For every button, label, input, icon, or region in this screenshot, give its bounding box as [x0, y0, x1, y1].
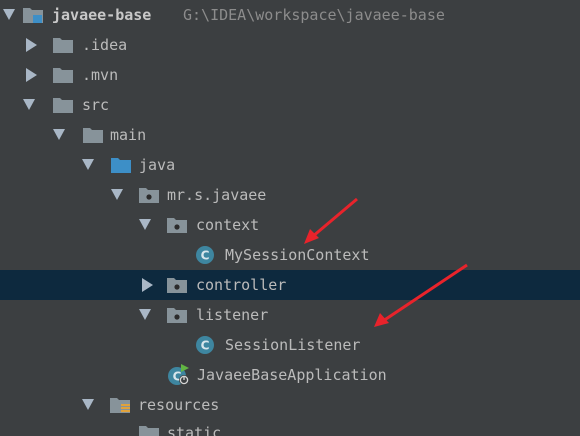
class-icon: C: [196, 246, 214, 264]
tree-row-my-session-context[interactable]: C MySessionContext: [0, 240, 580, 270]
spring-boot-class-icon: C: [168, 364, 189, 385]
collapse-arrow-icon[interactable]: [53, 129, 65, 140]
package-label: mr.s.javaee: [167, 186, 267, 204]
folder-label-resources: resources: [138, 396, 220, 414]
collapse-arrow-icon[interactable]: [82, 159, 94, 170]
tree-row-mvn[interactable]: .mvn: [0, 60, 580, 90]
folder-icon: [53, 38, 73, 53]
package-icon: [167, 218, 187, 233]
collapse-arrow-icon[interactable]: [139, 309, 151, 320]
tree-row-controller[interactable]: controller: [0, 270, 580, 300]
class-icon: C: [196, 336, 214, 354]
expand-arrow-icon[interactable]: [26, 38, 37, 52]
tree-row-resources[interactable]: resources: [0, 390, 580, 420]
project-name: javaee-base: [52, 6, 152, 24]
project-tree: javaee-base G:\IDEA\workspace\javaee-bas…: [0, 0, 580, 436]
package-label-listener: listener: [196, 306, 269, 324]
tree-row-idea[interactable]: .idea: [0, 30, 580, 60]
tree-row-session-listener[interactable]: C SessionListener: [0, 330, 580, 360]
svg-text:C: C: [201, 339, 210, 353]
expand-arrow-icon[interactable]: [142, 278, 153, 292]
folder-label-main: main: [110, 126, 147, 144]
collapse-arrow-icon[interactable]: [3, 9, 15, 20]
class-label-application: JavaeeBaseApplication: [197, 366, 387, 384]
folder-label-idea: .idea: [82, 36, 128, 54]
project-folder-icon: [23, 8, 43, 23]
tree-row-java[interactable]: java: [0, 150, 580, 180]
svg-text:C: C: [201, 249, 210, 263]
tree-row-src[interactable]: src: [0, 90, 580, 120]
tree-row-static[interactable]: static: [0, 420, 580, 436]
folder-label-src: src: [82, 96, 110, 114]
folder-icon: [139, 426, 159, 436]
collapse-arrow-icon[interactable]: [23, 99, 35, 110]
folder-icon: [53, 68, 73, 83]
class-label-session-listener: SessionListener: [225, 336, 361, 354]
collapse-arrow-icon[interactable]: [111, 189, 123, 200]
package-label-context: context: [196, 216, 260, 234]
source-folder-icon: [111, 158, 131, 173]
folder-icon: [83, 128, 103, 143]
class-label-my-session-context: MySessionContext: [225, 246, 370, 264]
package-label-controller: controller: [196, 276, 287, 294]
package-icon: [167, 308, 187, 323]
tree-row-application[interactable]: C JavaeeBaseApplication: [0, 360, 580, 390]
resources-folder-icon: [110, 398, 130, 413]
folder-label-java: java: [139, 156, 176, 174]
folder-icon: [53, 98, 73, 113]
expand-arrow-icon[interactable]: [26, 68, 37, 82]
tree-row-main[interactable]: main: [0, 120, 580, 150]
folder-label-static: static: [167, 424, 222, 436]
collapse-arrow-icon[interactable]: [82, 399, 94, 410]
collapse-arrow-icon[interactable]: [139, 219, 151, 230]
tree-row-package[interactable]: mr.s.javaee: [0, 180, 580, 210]
folder-label-mvn: .mvn: [82, 66, 119, 84]
tree-row-listener[interactable]: listener: [0, 300, 580, 330]
project-path: G:\IDEA\workspace\javaee-base: [183, 6, 445, 24]
tree-row-project-root[interactable]: javaee-base G:\IDEA\workspace\javaee-bas…: [0, 0, 580, 30]
package-icon: [139, 188, 159, 203]
package-icon: [167, 278, 187, 293]
tree-row-context[interactable]: context: [0, 210, 580, 240]
